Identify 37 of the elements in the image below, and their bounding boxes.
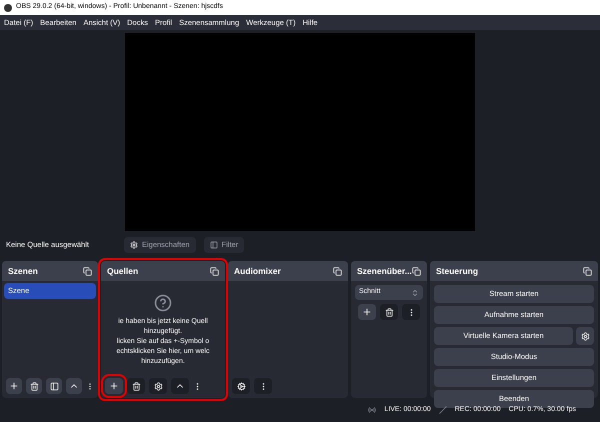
plus-icon <box>362 307 372 317</box>
dock-title: Szenen <box>8 264 38 278</box>
settings-button[interactable] <box>576 327 594 345</box>
gear-icon <box>154 382 162 390</box>
spinner-icon <box>411 288 419 296</box>
delete-button[interactable] <box>380 304 398 320</box>
broadcast-icon <box>368 406 376 414</box>
delete-button[interactable] <box>26 378 42 394</box>
trash-icon <box>132 382 140 390</box>
undock-icon[interactable] <box>210 266 219 276</box>
dock-title: Audiomixer <box>234 264 281 278</box>
mixer-settings-button[interactable] <box>232 378 250 394</box>
undock-icon[interactable] <box>583 266 592 276</box>
move-up-button[interactable] <box>66 378 82 394</box>
filter-icon <box>210 241 218 249</box>
panel-icon <box>50 382 58 390</box>
undock-icon[interactable] <box>412 266 421 276</box>
trash-icon <box>30 382 38 390</box>
help-icon <box>154 294 172 312</box>
undock-icon[interactable] <box>333 266 342 276</box>
delete-button[interactable] <box>127 378 145 394</box>
add-button[interactable] <box>6 378 22 394</box>
dock-title: Quellen <box>107 264 138 278</box>
gear-icon <box>130 241 138 249</box>
app-logo-icon <box>4 4 12 12</box>
plus-icon <box>9 381 19 391</box>
trash-icon <box>384 308 394 316</box>
add-button[interactable] <box>358 304 376 320</box>
filter-button[interactable] <box>46 378 62 394</box>
undock-icon[interactable] <box>83 266 92 276</box>
plus-icon <box>109 381 119 391</box>
gear-icon <box>580 332 590 340</box>
dock-title: Steuerung <box>436 264 478 278</box>
gears-icon <box>236 382 246 390</box>
dock-title: Szenenüber... <box>357 264 412 278</box>
settings-button[interactable] <box>149 378 167 394</box>
add-button[interactable] <box>105 378 123 394</box>
